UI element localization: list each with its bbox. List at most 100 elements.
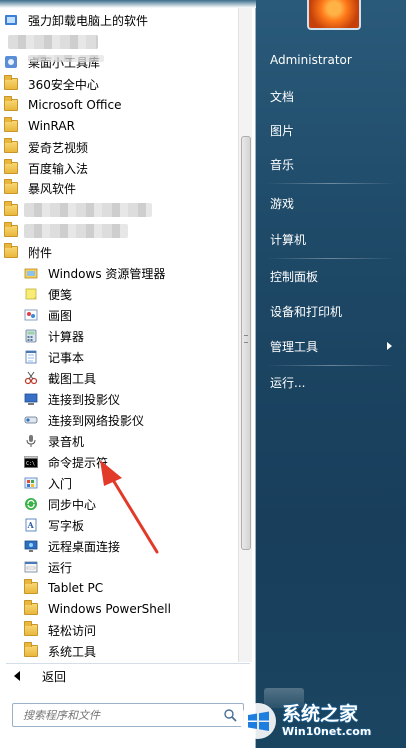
program-item-baidu-ime[interactable]: 百度输入法: [4, 158, 238, 178]
program-item-calculator[interactable]: 计算器: [24, 326, 238, 346]
program-item-network-projector[interactable]: 连接到网络投影仪: [24, 410, 238, 430]
folder-icon: [4, 138, 18, 154]
program-item-blurred-folder-1[interactable]: [4, 200, 238, 220]
folder-icon: [4, 201, 18, 217]
folder-icon: [4, 222, 18, 238]
submenu-arrow-icon: [387, 342, 392, 350]
right-item-control-panel[interactable]: 控制面板: [262, 264, 400, 288]
folder-icon: [4, 75, 18, 91]
program-item-tablet-pc[interactable]: Tablet PC: [24, 578, 238, 598]
program-list-scrollbar[interactable]: [238, 8, 252, 662]
search-input[interactable]: [23, 706, 203, 724]
program-label: 强力卸载电脑上的软件: [28, 13, 149, 28]
back-button[interactable]: 返回: [8, 666, 208, 686]
scrollbar-thumb[interactable]: [241, 136, 251, 550]
program-item-wordpad[interactable]: A 写字板: [24, 515, 238, 535]
program-label: Windows 资源管理器: [48, 266, 166, 281]
right-item-administrator[interactable]: Administrator: [262, 48, 400, 72]
right-item-label: 游戏: [270, 196, 295, 211]
program-label: 轻松访问: [48, 623, 97, 638]
folder-icon: [24, 600, 38, 616]
program-label: 记事本: [48, 350, 85, 365]
user-picture[interactable]: [307, 0, 361, 30]
program-label: 入门: [48, 476, 73, 491]
network-projector-icon: [24, 413, 38, 427]
back-arrow-icon: [14, 671, 20, 681]
right-item-devices-printers[interactable]: 设备和打印机: [262, 299, 400, 323]
gadgets-icon: [4, 55, 18, 69]
right-item-admin-tools[interactable]: 管理工具: [262, 334, 400, 358]
program-label: 便笺: [48, 287, 73, 302]
explorer-icon: [24, 266, 38, 280]
folder-icon: [24, 579, 38, 595]
program-item-blurred[interactable]: [4, 32, 238, 52]
program-item-paint[interactable]: 画图: [24, 305, 238, 325]
blurred-region: [24, 203, 152, 217]
pane-top-edge: [0, 0, 256, 8]
search-box[interactable]: [12, 703, 244, 727]
program-item-connect-projector[interactable]: 连接到投影仪: [24, 389, 238, 409]
program-item-blurred-folder-2[interactable]: [4, 221, 238, 241]
projector-icon: [24, 392, 38, 406]
right-item-label: 管理工具: [270, 339, 319, 354]
program-item-windows-powershell[interactable]: Windows PowerShell: [24, 599, 238, 619]
program-label: Windows PowerShell: [48, 602, 171, 616]
program-label: 运行: [48, 560, 73, 575]
right-item-run[interactable]: 运行...: [262, 370, 400, 394]
watermark-url: Win10net.com: [282, 724, 372, 738]
program-item-notepad[interactable]: 记事本: [24, 347, 238, 367]
folder-icon: [4, 159, 18, 175]
scrollbar-grip-icon: [244, 335, 248, 343]
right-separator: [266, 365, 396, 366]
program-item-run[interactable]: 运行: [24, 557, 238, 577]
program-label: 命令提示符: [48, 455, 109, 470]
program-item-iqiyi[interactable]: 爱奇艺视频: [4, 137, 238, 157]
right-separator: [266, 183, 396, 184]
program-label: 系统工具: [48, 644, 97, 659]
folder-icon: [24, 621, 38, 637]
program-item-baofeng[interactable]: 暴风软件: [4, 178, 238, 198]
getting-started-icon: [24, 476, 38, 490]
program-label: 连接到投影仪: [48, 392, 121, 407]
blurred-region: [8, 35, 98, 49]
program-item-sticky-notes[interactable]: 便笺: [24, 284, 238, 304]
blurred-region: [28, 55, 104, 62]
program-item-360[interactable]: 360安全中心: [4, 74, 238, 94]
command-prompt-icon: C:\: [24, 455, 38, 469]
notepad-icon: [24, 350, 38, 364]
svg-text:C:\: C:\: [26, 461, 35, 467]
program-label: 百度输入法: [28, 161, 89, 176]
program-label: 计算器: [48, 329, 85, 344]
program-item-sound-recorder[interactable]: 录音机: [24, 431, 238, 451]
folder-icon: [4, 243, 18, 259]
program-item-windows-explorer[interactable]: Windows 资源管理器: [24, 263, 238, 283]
program-item-system-tools[interactable]: 系统工具: [24, 641, 238, 661]
search-icon[interactable]: [223, 708, 237, 722]
program-label: 画图: [48, 308, 73, 323]
program-item-accessories[interactable]: 附件: [4, 242, 238, 262]
right-item-label: 设备和打印机: [270, 304, 343, 319]
right-item-pictures[interactable]: 图片: [262, 118, 400, 142]
right-item-games[interactable]: 游戏: [262, 191, 400, 215]
right-item-computer[interactable]: 计算机: [262, 227, 400, 251]
program-item-microsoft-office[interactable]: Microsoft Office: [4, 95, 238, 115]
right-item-label: 计算机: [270, 232, 307, 247]
program-label: 连接到网络投影仪: [48, 413, 145, 428]
program-item-command-prompt[interactable]: C:\ 命令提示符: [24, 452, 238, 472]
right-item-music[interactable]: 音乐: [262, 152, 400, 176]
program-item-ease-of-access[interactable]: 轻松访问: [24, 620, 238, 640]
right-item-documents[interactable]: 文档: [262, 84, 400, 108]
all-programs-list: 强力卸载电脑上的软件 桌面小工具库 360安全中心 Microsoft Offi…: [4, 8, 238, 662]
separator: [6, 663, 250, 664]
program-item-remote-desktop[interactable]: 远程桌面连接: [24, 536, 238, 556]
windows-logo-icon: [240, 703, 276, 739]
program-item-winrar[interactable]: WinRAR: [4, 116, 238, 136]
program-item-sync-center[interactable]: 同步中心: [24, 494, 238, 514]
program-label: WinRAR: [28, 119, 75, 133]
program-item-snipping-tool[interactable]: 截图工具: [24, 368, 238, 388]
right-item-label: 控制面板: [270, 269, 319, 284]
program-item-getting-started[interactable]: 入门: [24, 473, 238, 493]
program-item-uninstall[interactable]: 强力卸载电脑上的软件: [4, 10, 238, 30]
program-label: 录音机: [48, 434, 85, 449]
program-item-gadgets[interactable]: 桌面小工具库: [4, 52, 238, 72]
